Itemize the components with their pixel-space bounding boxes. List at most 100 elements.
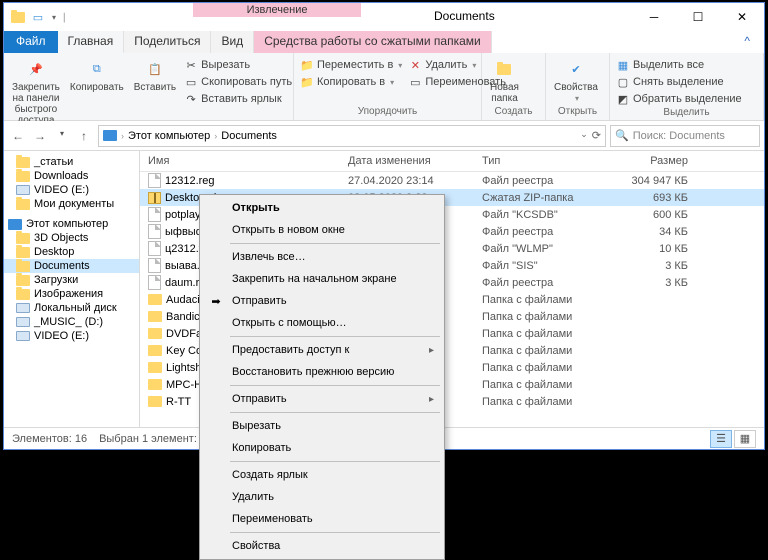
properties-button[interactable]: ✔ Свойства ▾	[550, 55, 602, 105]
quick-access-toolbar: ▭ ▾ │	[4, 3, 67, 31]
tab-home[interactable]: Главная	[58, 31, 125, 53]
chevron-right-icon: ›	[212, 131, 219, 141]
context-tab-label: Извлечение	[193, 3, 361, 17]
maximize-button[interactable]: ☐	[676, 3, 720, 31]
ctx-open-new-window[interactable]: Открыть в новом окне	[202, 219, 442, 241]
tree-item[interactable]: Изображения	[4, 287, 139, 301]
minimize-button[interactable]: ─	[632, 3, 676, 31]
tree-item[interactable]: _статьи	[4, 155, 139, 169]
rename-icon: ▭	[408, 75, 422, 89]
refresh-button[interactable]: ⟳	[592, 129, 601, 142]
tab-view[interactable]: Вид	[211, 31, 254, 53]
history-chevron-icon[interactable]: ▾	[52, 129, 72, 143]
move-to-button[interactable]: 📁Переместить в▾	[298, 57, 404, 73]
copy-path-button[interactable]: ▭Скопировать путь	[182, 74, 294, 90]
tab-file[interactable]: Файл	[4, 31, 58, 53]
back-button[interactable]: ←	[8, 129, 28, 143]
status-count: Элементов: 16	[12, 433, 87, 445]
copyto-icon: 📁	[300, 75, 314, 89]
ctx-create-shortcut[interactable]: Создать ярлык	[202, 464, 442, 486]
ctx-extract-all[interactable]: Извлечь все…	[202, 246, 442, 268]
tree-item[interactable]: Мои документы	[4, 197, 139, 211]
separator	[230, 243, 440, 244]
close-button[interactable]: ✕	[720, 3, 764, 31]
tree-item[interactable]: Documents	[4, 259, 139, 273]
qat-chevron-icon[interactable]: ▾	[50, 13, 56, 22]
window-title: Documents	[434, 9, 495, 23]
select-none-icon: ▢	[616, 75, 630, 89]
pc-icon	[103, 130, 117, 141]
separator	[230, 385, 440, 386]
invert-icon: ◩	[616, 92, 630, 106]
view-details-button[interactable]: ☰	[710, 430, 732, 448]
chevron-down-icon: ▾	[575, 94, 579, 103]
breadcrumb-chevron-icon[interactable]: ⌄	[580, 129, 588, 142]
properties-qa-icon[interactable]: ▭	[30, 9, 46, 25]
move-icon: 📁	[300, 58, 314, 72]
paste-button[interactable]: 📋 Вставить	[130, 55, 180, 95]
forward-button[interactable]: →	[30, 129, 50, 143]
group-open-label: Открыть	[550, 106, 605, 118]
tree-item[interactable]: Desktop	[4, 245, 139, 259]
paste-shortcut-button[interactable]: ↷Вставить ярлык	[182, 91, 294, 107]
col-size[interactable]: Размер	[612, 155, 688, 167]
ctx-cut[interactable]: Вырезать	[202, 415, 442, 437]
tree-item[interactable]: Загрузки	[4, 273, 139, 287]
tree-item[interactable]: VIDEO (E:)	[4, 329, 139, 343]
context-menu[interactable]: Открыть Открыть в новом окне Извлечь все…	[199, 194, 445, 560]
tree-item[interactable]: _MUSIC_ (D:)	[4, 315, 139, 329]
titlebar: ▭ ▾ │ Извлечение Documents ─ ☐ ✕	[4, 3, 764, 31]
ctx-properties[interactable]: Свойства	[202, 535, 442, 557]
group-select-label: Выделить	[614, 107, 759, 119]
ctx-rename[interactable]: Переименовать	[202, 508, 442, 530]
select-none-button[interactable]: ▢Снять выделение	[614, 74, 744, 90]
view-icons-button[interactable]: ▦	[734, 430, 756, 448]
breadcrumb[interactable]: › Этот компьютер › Documents ⌄ ⟳	[98, 125, 606, 147]
col-name[interactable]: Имя	[148, 155, 348, 167]
table-row[interactable]: 12312.reg 27.04.2020 23:14 Файл реестра …	[140, 172, 764, 189]
crumb-pc[interactable]: Этот компьютер	[128, 130, 210, 142]
up-button[interactable]: ↑	[74, 129, 94, 143]
crumb-folder[interactable]: Documents	[221, 130, 277, 142]
pin-icon: 📌	[24, 57, 48, 81]
select-all-button[interactable]: ▦Выделить все	[614, 57, 744, 73]
properties-icon: ✔	[564, 57, 588, 81]
copy-button[interactable]: ⧉ Копировать	[66, 55, 128, 95]
ctx-open[interactable]: Открыть	[202, 197, 442, 219]
context-tab-header: Извлечение	[187, 3, 367, 31]
ctx-share-access[interactable]: Предоставить доступ к▸	[202, 339, 442, 361]
invert-selection-button[interactable]: ◩Обратить выделение	[614, 91, 744, 107]
tree-item[interactable]: 3D Objects	[4, 231, 139, 245]
submenu-arrow-icon: ▸	[429, 345, 434, 356]
shortcut-icon: ↷	[184, 92, 198, 106]
tree-item[interactable]: Downloads	[4, 169, 139, 183]
navigation-tree[interactable]: _статьиDownloadsVIDEO (E:)Мои документыЭ…	[4, 151, 140, 427]
new-folder-button[interactable]: Новая папка	[486, 55, 523, 106]
ctx-send[interactable]: ➡Отправить	[202, 290, 442, 312]
ctx-restore-version[interactable]: Восстановить прежнюю версию	[202, 361, 442, 383]
copy-to-button[interactable]: 📁Копировать в▾	[298, 74, 404, 90]
chevron-right-icon: ›	[119, 131, 126, 141]
column-headers[interactable]: Имя Дата изменения Тип Размер	[140, 151, 764, 172]
ctx-pin-start[interactable]: Закрепить на начальном экране	[202, 268, 442, 290]
tree-item[interactable]: Локальный диск	[4, 301, 139, 315]
ctx-open-with[interactable]: Открыть с помощью…	[202, 312, 442, 334]
tree-root-this-pc[interactable]: Этот компьютер	[4, 217, 139, 231]
tree-item[interactable]: VIDEO (E:)	[4, 183, 139, 197]
col-date[interactable]: Дата изменения	[348, 155, 482, 167]
ctx-copy[interactable]: Копировать	[202, 437, 442, 459]
ribbon-collapse-button[interactable]: ^	[730, 31, 764, 53]
tab-compressed-tools[interactable]: Средства работы со сжатыми папками	[254, 31, 492, 53]
select-all-icon: ▦	[616, 58, 630, 72]
navigation-bar: ← → ▾ ↑ › Этот компьютер › Documents ⌄ ⟳…	[4, 121, 764, 151]
search-input[interactable]: 🔍 Поиск: Documents	[610, 125, 760, 147]
pin-quick-access-button[interactable]: 📌 Закрепить на панели быстрого доступа	[8, 55, 64, 128]
separator	[230, 461, 440, 462]
tab-share[interactable]: Поделиться	[124, 31, 211, 53]
nav-arrows: ← → ▾ ↑	[8, 129, 94, 143]
search-icon: 🔍	[615, 129, 629, 142]
col-type[interactable]: Тип	[482, 155, 612, 167]
cut-button[interactable]: ✂Вырезать	[182, 57, 294, 73]
ctx-send-to[interactable]: Отправить▸	[202, 388, 442, 410]
qat-sep: │	[60, 13, 67, 22]
